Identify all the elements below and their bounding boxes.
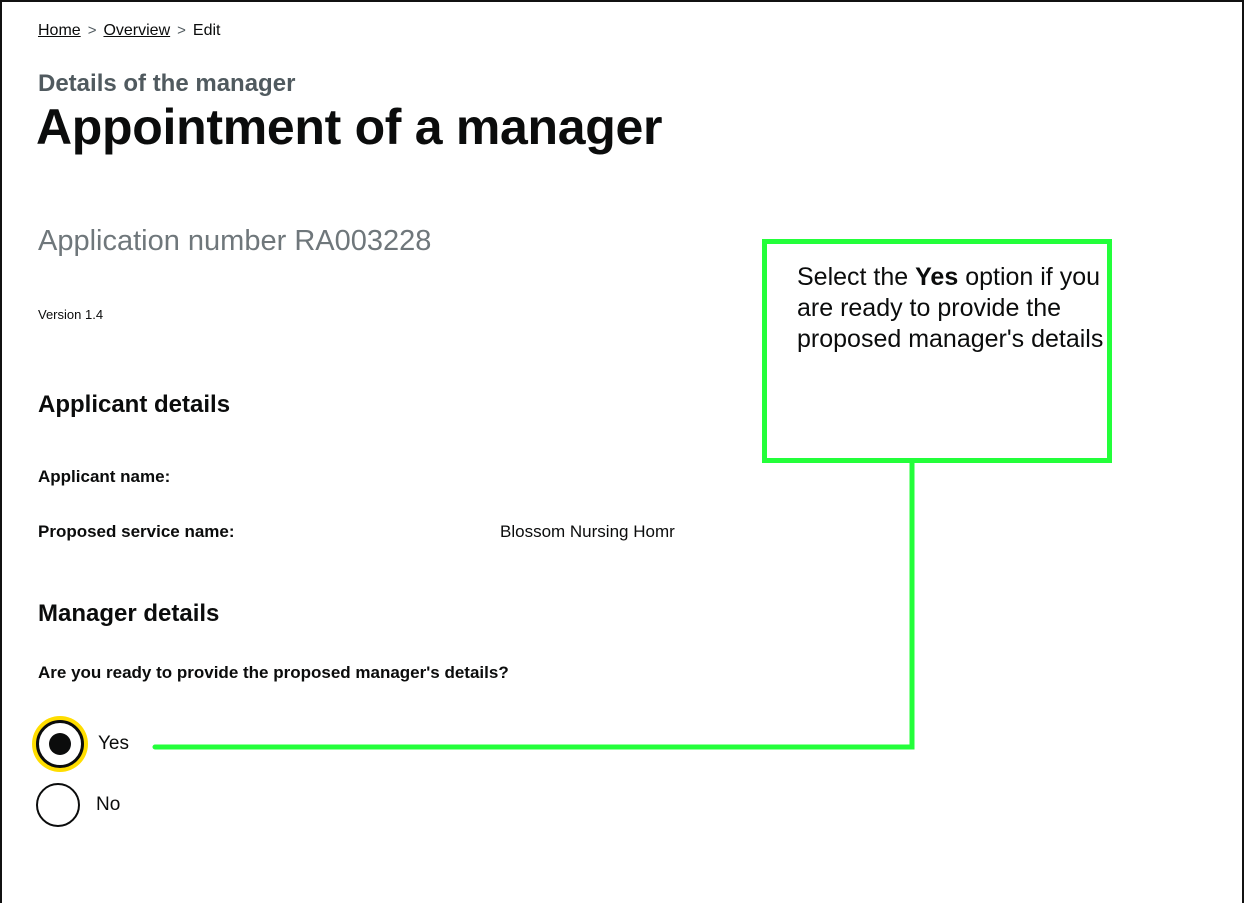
page-caption: Details of the manager [38,70,296,97]
ready-question: Are you ready to provide the proposed ma… [38,663,509,682]
service-name-label: Proposed service name: [38,522,235,541]
instruction-callout: Select the Yes option if you are ready t… [762,239,1112,463]
breadcrumb: Home > Overview > Edit [38,22,220,40]
applicant-details-heading: Applicant details [38,391,231,418]
radio-selected-dot [49,733,71,755]
callout-text-before: Select the [797,263,916,291]
breadcrumb-separator: > [87,22,97,39]
radio-yes-label[interactable]: Yes [98,733,129,755]
radio-no-circle[interactable] [36,783,80,827]
manager-details-heading: Manager details [38,600,220,627]
breadcrumb-home-link[interactable]: Home [38,22,81,39]
page-title: Appointment of a manager [36,99,663,155]
radio-yes-circle[interactable] [36,720,84,768]
applicant-name-label: Applicant name: [38,467,171,486]
radio-no-label[interactable]: No [96,794,120,816]
breadcrumb-current: Edit [192,22,221,39]
radio-option-yes[interactable]: Yes [36,720,129,768]
version-label: Version 1.4 [38,307,104,322]
service-name-value: Blossom Nursing Homr [500,522,675,541]
radio-option-no[interactable]: No [36,783,120,827]
application-number: Application number RA003228 [38,225,432,257]
breadcrumb-overview-link[interactable]: Overview [103,22,170,39]
breadcrumb-separator: > [177,22,186,39]
callout-text-bold: Yes [915,263,959,291]
